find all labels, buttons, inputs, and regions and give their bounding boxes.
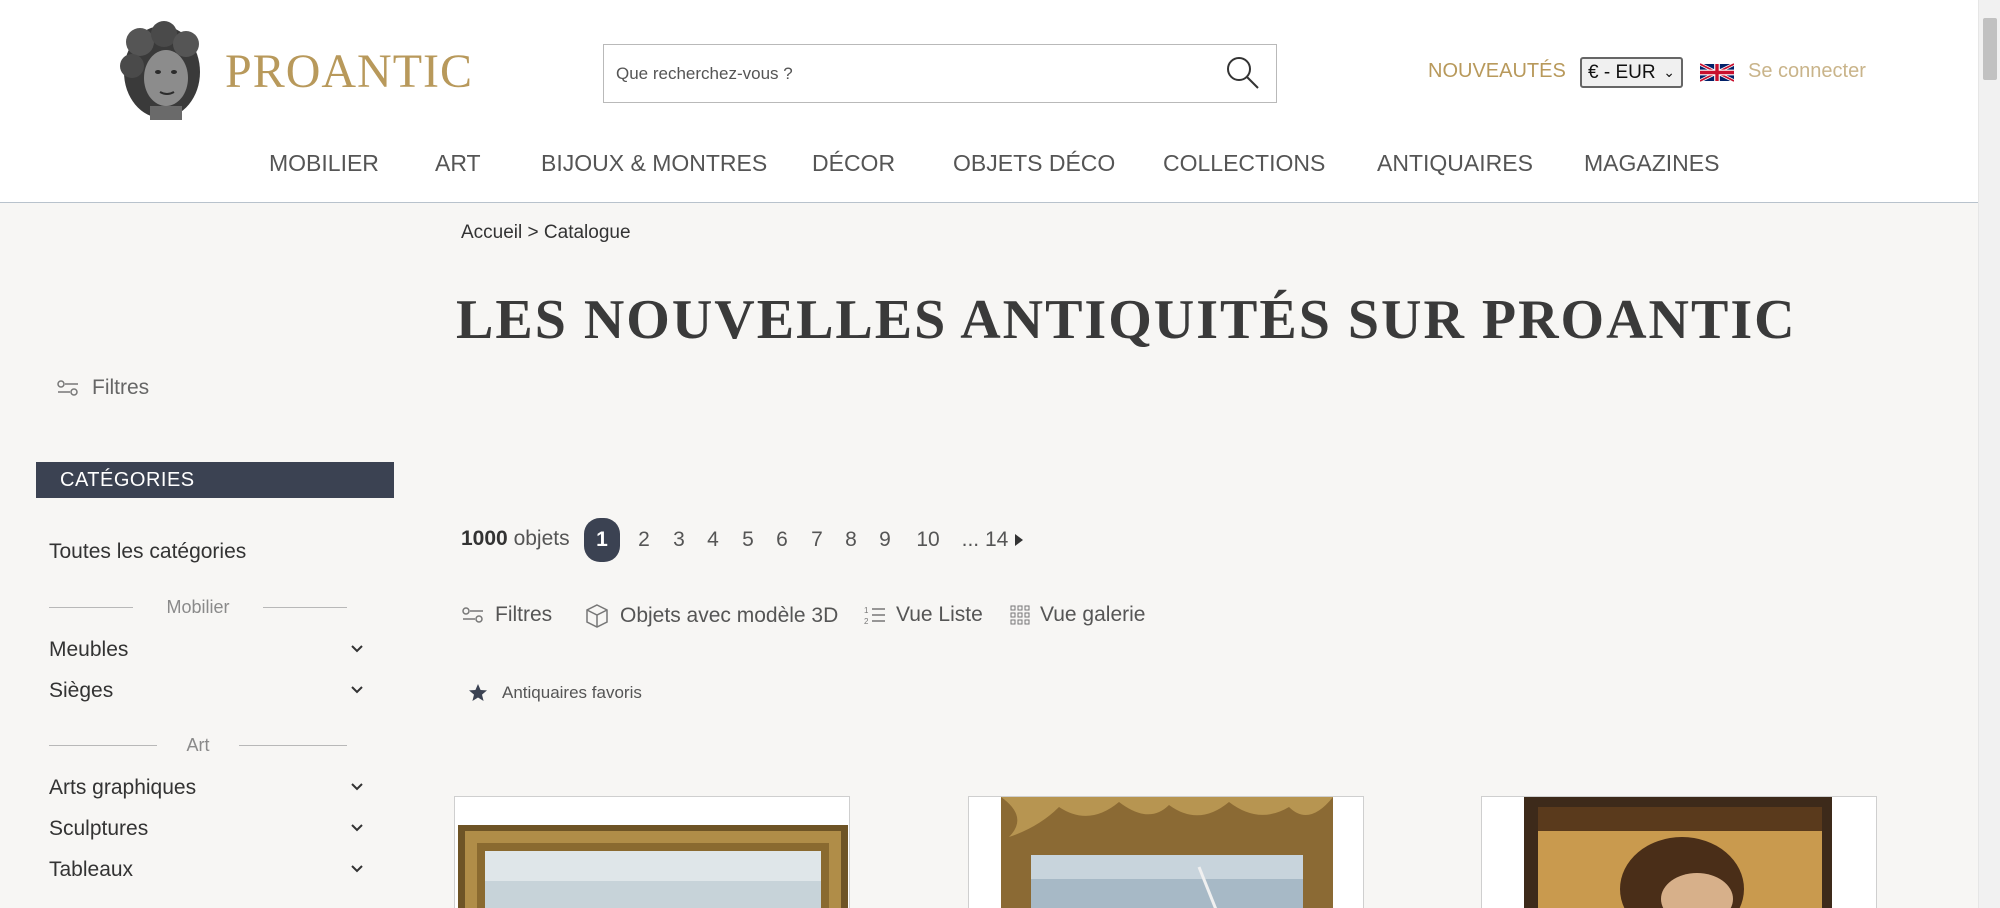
results-count-number: 1000 (461, 527, 508, 550)
product-card[interactable] (968, 796, 1364, 908)
filter-sliders-icon (462, 607, 483, 623)
objects-3d-label: Objets avec modèle 3D (620, 604, 839, 627)
product-image-landscape-painting[interactable] (455, 797, 850, 908)
search-box (603, 44, 1277, 103)
search-icon[interactable] (1224, 54, 1262, 92)
nav-decor[interactable]: DÉCOR (812, 150, 895, 177)
categories-header: CATÉGORIES (36, 462, 394, 498)
chevron-down-icon[interactable] (350, 642, 364, 656)
login-link[interactable]: Se connecter (1748, 60, 1866, 83)
chevron-down-icon[interactable] (350, 821, 364, 835)
page-2[interactable]: 2 (634, 518, 654, 562)
nav-art[interactable]: ART (435, 150, 481, 177)
nav-collections[interactable]: COLLECTIONS (1163, 150, 1325, 177)
chevron-down-icon: ⌄ (1663, 64, 1675, 80)
cube-3d-icon (586, 604, 608, 628)
sidebar-item-label: Arts graphiques (49, 776, 197, 799)
sidebar-item-label: Sculptures (49, 817, 149, 840)
star-icon (469, 684, 487, 701)
svg-text:2: 2 (864, 617, 869, 626)
all-categories-link[interactable]: Toutes les catégories (49, 540, 246, 564)
sidebar-item-label: Tableaux (49, 858, 134, 881)
gallery-view-label: Vue galerie (1040, 603, 1146, 626)
product-card[interactable] (1481, 796, 1877, 908)
sidebar-item-meubles[interactable]: Meubles (49, 638, 364, 662)
group-divider-art: Art (49, 735, 347, 755)
filters-label: Filtres (495, 603, 553, 626)
uk-flag-icon[interactable] (1700, 60, 1734, 85)
sidebar-item-sculptures[interactable]: Sculptures (49, 817, 364, 841)
scrollbar-thumb[interactable] (1983, 18, 1997, 80)
page-1[interactable]: 1 (584, 518, 620, 562)
page-6[interactable]: 6 (772, 518, 792, 562)
sidebar-filters-toggle[interactable]: Filtres (56, 376, 149, 400)
sidebar-item-tableaux[interactable]: Tableaux (49, 858, 364, 882)
page-3[interactable]: 3 (669, 518, 689, 562)
list-view-label: Vue Liste (896, 603, 983, 626)
main-nav: MOBILIER ART BIJOUX & MONTRES DÉCOR OBJE… (0, 150, 1978, 180)
nav-magazines[interactable]: MAGAZINES (1584, 150, 1719, 177)
page-scrollbar[interactable] (1978, 0, 2000, 908)
site-header: PROANTIC NOUVEAUTÉS € - EUR ⌄ Se connect… (0, 0, 1978, 203)
sidebar-item-sieges[interactable]: Sièges (49, 679, 364, 703)
results-count-unit: objets (513, 527, 570, 550)
sidebar-item-arts-graphiques[interactable]: Arts graphiques (49, 776, 364, 800)
nouveautes-link[interactable]: NOUVEAUTÉS (1428, 60, 1566, 83)
svg-text:1: 1 (864, 606, 869, 615)
nav-mobilier[interactable]: MOBILIER (269, 150, 379, 177)
favorite-dealers-toggle[interactable]: Antiquaires favoris (468, 683, 642, 703)
page-5[interactable]: 5 (738, 518, 758, 562)
breadcrumb[interactable]: Accueil > Catalogue (461, 222, 631, 244)
product-image-portrait-painting[interactable] (1482, 797, 1877, 908)
group-divider-mobilier: Mobilier (49, 597, 347, 617)
search-input[interactable] (616, 45, 1216, 102)
sidebar-item-label: Meubles (49, 638, 129, 661)
page-9[interactable]: 9 (875, 518, 895, 562)
gallery-view-button[interactable]: Vue galerie (1010, 603, 1145, 627)
page-4[interactable]: 4 (703, 518, 723, 562)
chevron-down-icon[interactable] (350, 780, 364, 794)
results-count: 1000 objets (461, 527, 570, 551)
brand-name[interactable]: PROANTIC (225, 44, 473, 99)
chevron-down-icon[interactable] (350, 862, 364, 876)
page-8[interactable]: 8 (841, 518, 861, 562)
next-page-icon[interactable] (1014, 533, 1024, 547)
currency-select[interactable]: € - EUR ⌄ (1580, 57, 1683, 88)
sidebar-item-label: Sièges (49, 679, 114, 702)
favorite-dealers-label: Antiquaires favoris (502, 683, 642, 702)
product-card[interactable] (454, 796, 850, 908)
page-14[interactable]: ... 14 (960, 518, 1010, 562)
page-title: LES NOUVELLES ANTIQUITÉS SUR PROANTIC (456, 289, 1797, 351)
page-7[interactable]: 7 (807, 518, 827, 562)
filters-button[interactable]: Filtres (461, 603, 552, 627)
list-view-button[interactable]: 1 2 Vue Liste (864, 603, 983, 627)
nav-objets-deco[interactable]: OBJETS DÉCO (953, 150, 1115, 177)
grid-view-icon (1010, 605, 1030, 625)
nav-bijoux-montres[interactable]: BIJOUX & MONTRES (541, 150, 767, 177)
page-10[interactable]: 10 (913, 518, 943, 562)
product-image-framed-painting[interactable] (969, 797, 1364, 908)
nav-antiquaires[interactable]: ANTIQUAIRES (1377, 150, 1533, 177)
objects-3d-button[interactable]: Objets avec modèle 3D (584, 603, 838, 629)
filter-sliders-icon (57, 380, 78, 396)
sidebar-filters-label: Filtres (92, 376, 150, 399)
logo-bust-icon[interactable] (112, 20, 208, 122)
list-view-icon: 1 2 (864, 606, 885, 626)
currency-value: € - EUR (1588, 62, 1656, 83)
chevron-down-icon[interactable] (350, 683, 364, 697)
